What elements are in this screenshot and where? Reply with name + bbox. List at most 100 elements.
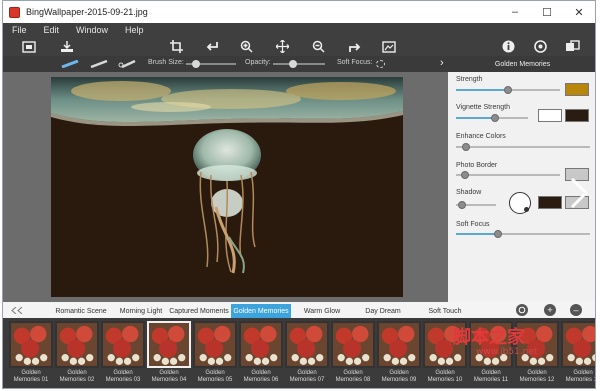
opacity-slider[interactable] — [273, 60, 325, 68]
preset-thumbnail[interactable] — [147, 321, 191, 368]
brush-size-slider[interactable] — [186, 60, 236, 68]
next-arrow-button[interactable]: › — [440, 57, 444, 69]
preset-thumbnail[interactable] — [101, 321, 145, 368]
preset-thumbnail[interactable] — [377, 321, 421, 368]
preset-thumbnail[interactable] — [9, 321, 53, 368]
enhance-colors-label: Enhance Colors — [456, 133, 506, 140]
preset-thumbnail-label: Golden Memories 11 — [473, 370, 509, 383]
vignette-inner-color-swatch[interactable] — [538, 109, 562, 122]
preset-thumbnail-image — [103, 323, 143, 366]
refresh-icon — [518, 306, 526, 314]
soft-focus-slider-fill — [456, 233, 498, 235]
preset-thumbnail[interactable] — [239, 321, 283, 368]
settings-icon[interactable] — [532, 39, 548, 54]
refresh-button[interactable] — [516, 304, 528, 316]
strength-color-swatch[interactable] — [565, 83, 589, 96]
shadow-direction-handle[interactable] — [524, 207, 529, 212]
shadow-color-swatch[interactable] — [538, 196, 562, 209]
vignette-slider-knob[interactable] — [491, 114, 499, 122]
tab-golden-memories[interactable]: Golden Memories — [231, 304, 291, 318]
opacity-label: Opacity: — [245, 59, 271, 66]
soft-focus-label: Soft Focus: — [337, 59, 373, 66]
tab-soft-touch[interactable]: Soft Touch — [413, 304, 477, 318]
main-photo[interactable] — [51, 77, 403, 297]
photo-border-slider[interactable] — [456, 171, 560, 179]
soft-focus-toggle[interactable] — [376, 60, 385, 68]
strength-label: Strength — [456, 76, 483, 83]
tab-romantic-scene[interactable]: Romantic Scene — [47, 304, 115, 318]
photo-border-slider-knob[interactable] — [461, 171, 469, 179]
preset-thumbnail-label: Golden Memories 06 — [243, 370, 279, 383]
preset-thumbnail[interactable] — [285, 321, 329, 368]
preset-thumbnail[interactable] — [331, 321, 375, 368]
menu-help[interactable]: Help — [125, 25, 144, 35]
brush-paint-icon[interactable] — [60, 59, 80, 69]
save-icon[interactable] — [59, 39, 75, 54]
preset-thumbnail-image — [149, 323, 189, 366]
preset-thumbnail-label: Golden Memories 07 — [289, 370, 325, 383]
brush-size-knob[interactable] — [192, 60, 200, 68]
preset-thumbnail-image — [241, 323, 281, 366]
remove-preset-button[interactable]: – — [570, 304, 582, 316]
vignette-slider[interactable] — [456, 114, 528, 122]
zoom-in-icon[interactable] — [238, 39, 254, 54]
tab-captured-moments[interactable]: Captured Moments — [167, 304, 231, 318]
opacity-knob[interactable] — [289, 60, 297, 68]
soft-focus-slider[interactable] — [456, 230, 590, 238]
soft-focus-slider-knob[interactable] — [494, 230, 502, 238]
brush-size-label: Brush Size: — [148, 59, 184, 66]
strength-slider[interactable] — [456, 86, 560, 94]
shadow-slider-knob[interactable] — [458, 201, 466, 209]
shadow-slider[interactable] — [456, 201, 496, 209]
close-button[interactable]: ✕ — [563, 1, 595, 23]
preset-thumbnail-image — [379, 323, 419, 366]
shadow-direction-dial[interactable] — [509, 192, 531, 214]
compare-icon[interactable] — [381, 39, 397, 54]
window-controls: – ☐ ✕ — [499, 1, 595, 23]
tab-morning-light[interactable]: Morning Light — [115, 304, 167, 318]
preset-thumbnail-image — [11, 323, 51, 366]
panel-title: Golden Memories — [448, 56, 595, 72]
brush-erase-icon[interactable] — [89, 59, 109, 69]
preset-thumbnail-label: Golden Memories 05 — [197, 370, 233, 383]
vignette-outer-color-swatch[interactable] — [565, 109, 589, 122]
preset-thumbnail[interactable] — [193, 321, 237, 368]
collapse-chevron-icon[interactable] — [569, 177, 589, 209]
brush-reset-icon[interactable] — [117, 59, 137, 69]
preset-thumbnail-label: Golden Memories 02 — [59, 370, 95, 383]
share-icon[interactable] — [564, 39, 580, 54]
brush-options-bar: Brush Size: Opacity: Soft Focus: › — [3, 56, 448, 72]
zoom-out-icon[interactable] — [310, 39, 326, 54]
preset-thumbnail-label: Golden Memories 13 — [565, 370, 595, 383]
shadow-label: Shadow — [456, 189, 482, 196]
menu-edit[interactable]: Edit — [44, 25, 60, 35]
menu-file[interactable]: File — [12, 25, 27, 35]
preset-thumbnail-image — [195, 323, 235, 366]
maximize-button[interactable]: ☐ — [531, 1, 563, 23]
preset-thumbnail-image — [57, 323, 97, 366]
menu-window[interactable]: Window — [76, 25, 108, 35]
crop-icon[interactable] — [168, 39, 184, 54]
scroll-left-icon[interactable] — [11, 307, 25, 314]
info-icon[interactable] — [500, 39, 516, 54]
redo-icon[interactable] — [346, 39, 362, 54]
preset-thumbnail[interactable] — [561, 321, 595, 368]
tab-day-dream[interactable]: Day Dream — [353, 304, 413, 318]
fit-screen-icon[interactable] — [21, 39, 37, 54]
enhance-colors-slider-knob[interactable] — [462, 143, 470, 151]
soft-focus-panel-label: Soft Focus — [456, 221, 490, 228]
add-preset-button[interactable]: + — [544, 304, 556, 316]
preset-thumbnail-image — [287, 323, 327, 366]
tab-warm-glow[interactable]: Warm Glow — [291, 304, 353, 318]
enhance-colors-slider[interactable] — [456, 143, 590, 151]
move-icon[interactable] — [274, 39, 290, 54]
preset-thumbnail[interactable] — [55, 321, 99, 368]
app-window: BingWallpaper-2015-09-21.jpg – ☐ ✕ File … — [2, 0, 596, 389]
effect-settings-panel: Golden Memories Strength Vignette Streng… — [448, 56, 595, 302]
minimize-button[interactable]: – — [499, 1, 531, 23]
undo-icon[interactable] — [204, 39, 220, 54]
toolbar — [3, 37, 595, 56]
window-title: BingWallpaper-2015-09-21.jpg — [26, 7, 148, 17]
strength-slider-knob[interactable] — [504, 86, 512, 94]
jellyfish-photo-image — [51, 77, 403, 297]
